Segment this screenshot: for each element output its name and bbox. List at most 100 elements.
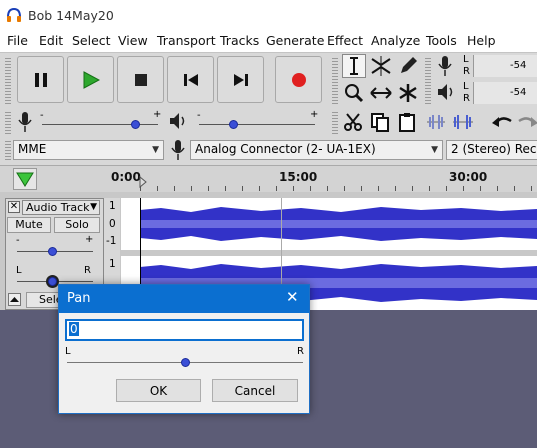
time-shift-tool[interactable]	[369, 81, 393, 105]
recording-device-value: Analog Connector (2- UA-1EX)	[195, 142, 376, 156]
paste-icon	[399, 113, 415, 132]
audio-host-select[interactable]: MME ▼	[13, 140, 164, 160]
pan-dialog-titlebar[interactable]: Pan ✕	[59, 285, 309, 313]
record-meter-l: L	[463, 54, 469, 65]
meter-toolbar-grip[interactable]	[425, 56, 431, 106]
cut-button[interactable]	[341, 110, 365, 134]
menu-generate[interactable]: Generate	[266, 33, 324, 48]
draw-tool[interactable]	[396, 54, 420, 78]
menu-transport[interactable]: Transport	[157, 33, 216, 48]
speaker-icon	[168, 111, 188, 133]
record-icon	[291, 72, 306, 87]
menu-bar: File Edit Select View Transport Tracks G…	[0, 32, 537, 52]
play-icon	[83, 70, 100, 89]
recording-channels-select[interactable]: 2 (Stereo) Record	[446, 140, 537, 160]
close-track-button[interactable]: ✕	[8, 201, 20, 213]
zoom-tool[interactable]	[342, 81, 366, 105]
playback-meter[interactable]: -54	[473, 82, 537, 104]
playback-volume-thumb[interactable]	[229, 120, 238, 129]
record-meter-level: -54	[510, 60, 527, 71]
menu-tools[interactable]: Tools	[426, 33, 457, 48]
menu-select[interactable]: Select	[72, 33, 111, 48]
envelope-icon	[371, 56, 391, 76]
gain-slider-thumb[interactable]	[48, 247, 57, 256]
pause-button[interactable]	[17, 56, 64, 103]
record-meter[interactable]: -54	[473, 55, 537, 77]
menu-view[interactable]: View	[118, 33, 148, 48]
record-volume-thumb[interactable]	[131, 120, 140, 129]
track-menu-chevron-icon: ▼	[90, 202, 97, 212]
scale-top-minus1: -1	[106, 235, 117, 247]
asterisk-icon	[399, 84, 417, 102]
play-meter-l: L	[463, 81, 469, 92]
record-volume-minus: -	[40, 110, 44, 121]
mixer-toolbar-grip[interactable]	[5, 110, 11, 134]
double-arrow-icon	[370, 87, 392, 99]
playback-position-marker-icon	[139, 176, 147, 188]
collapse-track-button[interactable]	[8, 293, 21, 306]
recording-device-select[interactable]: Analog Connector (2- UA-1EX) ▼	[190, 140, 443, 160]
envelope-tool[interactable]	[369, 54, 393, 78]
transport-toolbar-grip[interactable]	[5, 56, 11, 106]
close-icon: ✕	[9, 201, 19, 212]
menu-edit[interactable]: Edit	[39, 33, 63, 48]
paste-button[interactable]	[395, 110, 419, 134]
gain-plus: +	[85, 234, 94, 245]
undo-icon	[492, 117, 512, 127]
play-volume-plus: +	[310, 109, 319, 120]
play-meter-level: -54	[510, 87, 527, 98]
pan-dialog-slider-thumb[interactable]	[180, 358, 190, 367]
waveform-channel-left[interactable]	[121, 198, 537, 250]
scale-top-0: 0	[109, 218, 116, 230]
playback-meter-speaker-icon[interactable]	[436, 82, 458, 106]
chevron-down-icon: ▼	[431, 145, 438, 155]
i-beam-icon	[350, 57, 358, 75]
audacity-logo-icon	[7, 8, 21, 22]
playback-volume-slider[interactable]	[199, 124, 315, 125]
pan-slider-right-label: R	[297, 346, 304, 357]
trim-audio-button[interactable]	[424, 110, 448, 134]
scissors-icon	[344, 113, 362, 131]
stop-button[interactable]	[117, 56, 164, 103]
tools-toolbar-grip[interactable]	[332, 56, 338, 106]
edit-toolbar-grip[interactable]	[332, 110, 338, 134]
menu-file[interactable]: File	[7, 33, 28, 48]
record-volume-plus: +	[153, 109, 162, 120]
play-head-icon	[16, 172, 34, 187]
skip-to-start-button[interactable]	[167, 56, 214, 103]
menu-effect[interactable]: Effect	[327, 33, 363, 48]
skip-to-end-button[interactable]	[217, 56, 264, 103]
play-meter-r: R	[463, 93, 470, 104]
track-menu-button[interactable]: Audio Track ▼	[22, 200, 100, 215]
input-mic-icon	[169, 139, 187, 161]
undo-button[interactable]	[490, 110, 514, 134]
collapse-icon	[10, 297, 19, 302]
menu-tracks[interactable]: Tracks	[220, 33, 259, 48]
device-toolbar-grip[interactable]	[5, 139, 11, 161]
ok-button[interactable]: OK	[116, 379, 201, 402]
pan-slider-thumb[interactable]	[48, 277, 57, 286]
waveform-left	[121, 198, 537, 250]
pan-value-text: 0	[69, 322, 79, 336]
record-meter-r: R	[463, 66, 470, 77]
record-meter-mic-icon[interactable]	[436, 55, 458, 79]
audio-host-value: MME	[18, 142, 47, 156]
mute-button[interactable]: Mute	[7, 217, 51, 233]
close-icon[interactable]: ✕	[286, 288, 299, 306]
tick-label-0: 0:00	[111, 170, 141, 184]
selection-tool[interactable]	[342, 54, 366, 78]
record-volume-slider[interactable]	[42, 124, 158, 125]
solo-button[interactable]: Solo	[54, 217, 100, 233]
record-button[interactable]	[275, 56, 322, 103]
play-button[interactable]	[67, 56, 114, 103]
pan-value-input[interactable]: 0	[65, 319, 304, 341]
cancel-button[interactable]: Cancel	[212, 379, 298, 402]
multi-tool[interactable]	[396, 81, 420, 105]
copy-button[interactable]	[368, 110, 392, 134]
silence-audio-button[interactable]	[451, 110, 475, 134]
window-title: Bob 14May20	[28, 8, 114, 23]
redo-button[interactable]	[516, 110, 537, 134]
menu-analyze[interactable]: Analyze	[371, 33, 420, 48]
menu-help[interactable]: Help	[467, 33, 496, 48]
pin-play-head-button[interactable]	[13, 168, 37, 190]
